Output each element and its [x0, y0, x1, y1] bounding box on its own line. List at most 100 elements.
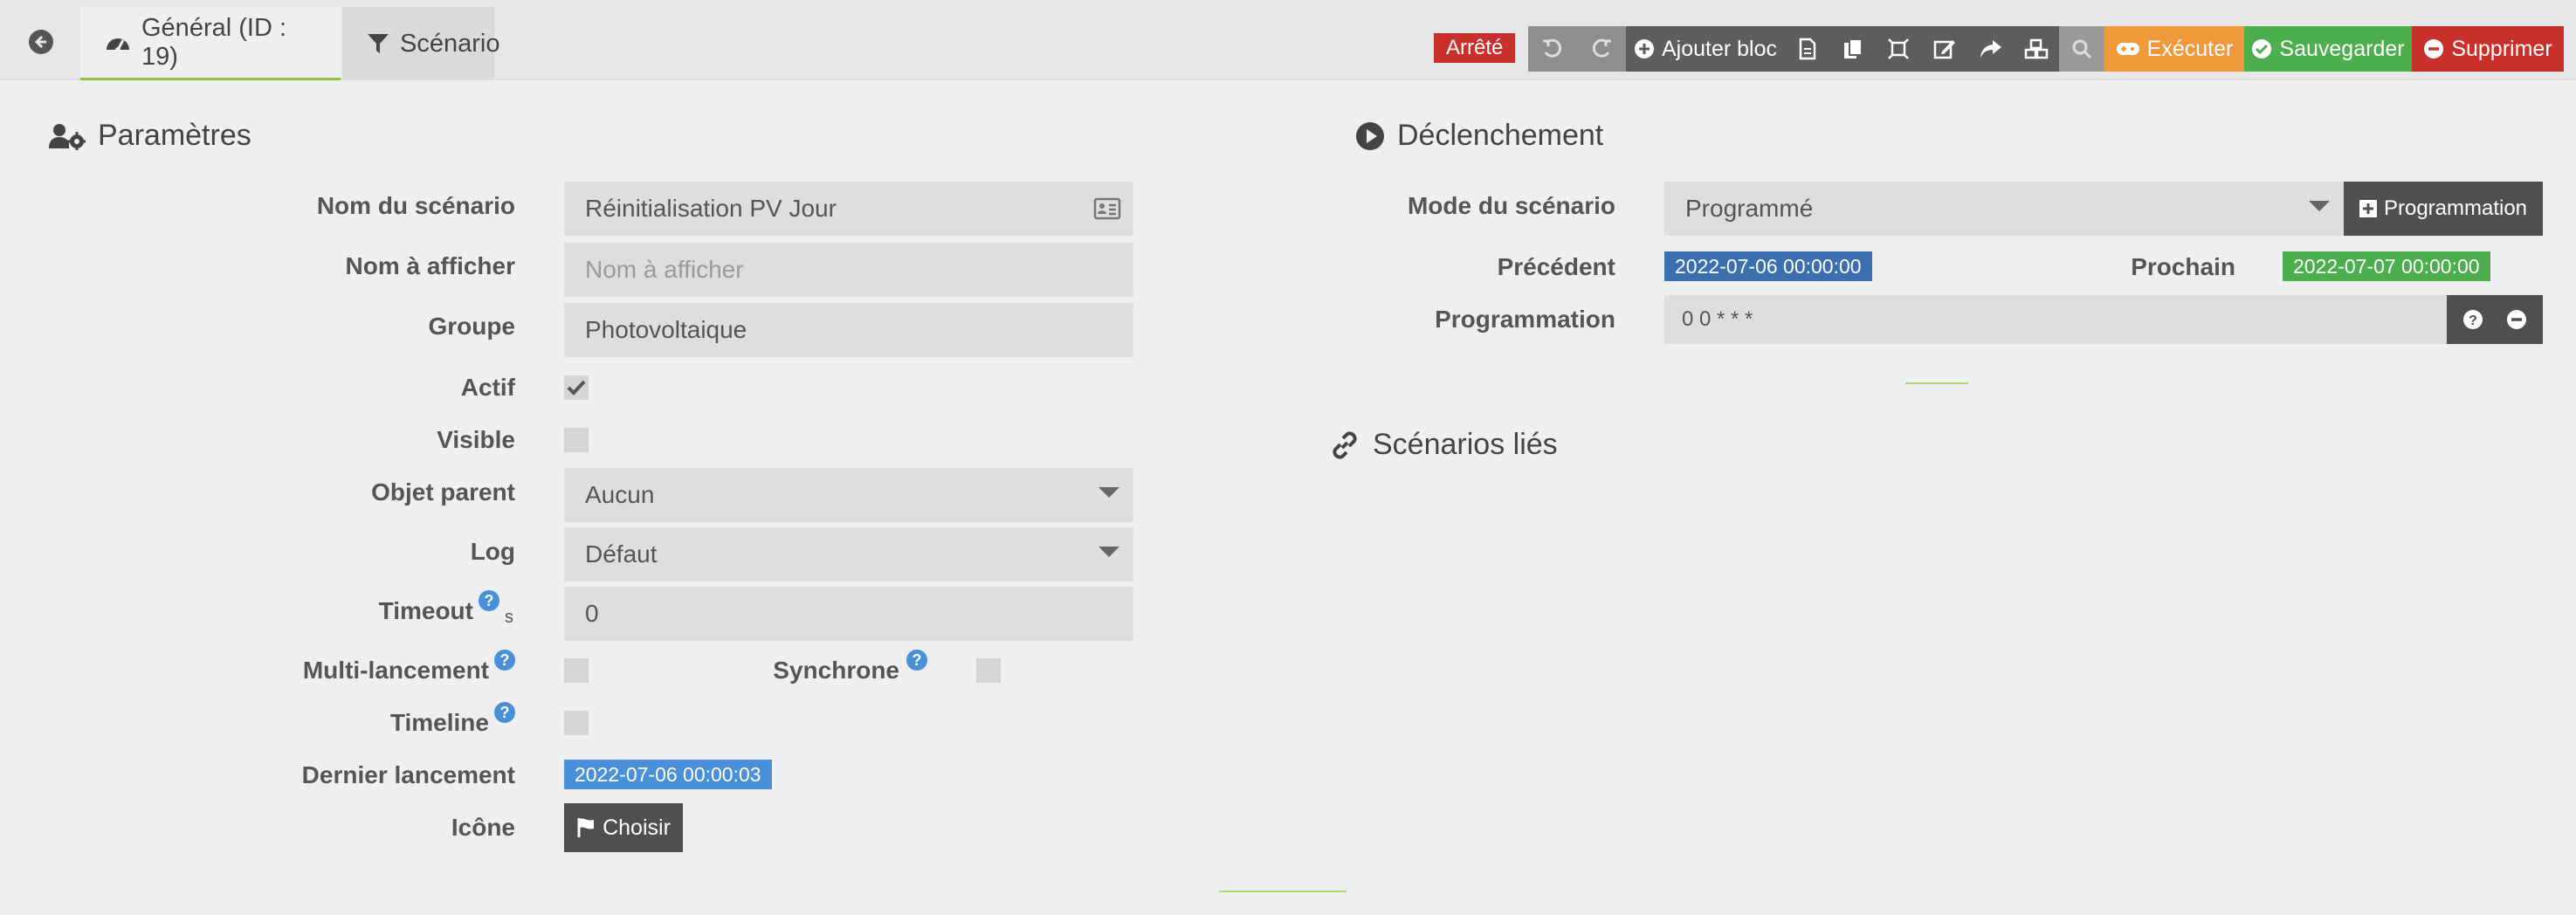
synchronous-checkbox[interactable] [976, 658, 1001, 683]
next-date-badge: 2022-07-07 00:00:00 [2283, 251, 2490, 281]
check-icon [567, 380, 586, 396]
timeout-unit: s [505, 608, 513, 627]
scenario-name-value: Réinitialisation PV Jour [585, 195, 837, 222]
save-label: Sauvegarder [2279, 36, 2405, 61]
chevron-down-icon [1099, 487, 1119, 498]
play-circle-icon [1356, 121, 1384, 150]
edit-button[interactable] [1921, 26, 1968, 72]
timeline-label: Timeline [389, 709, 489, 736]
next-label: Prochain [2131, 253, 2235, 280]
arrow-left-icon [29, 30, 53, 54]
display-name-field[interactable]: Nom à afficher [564, 243, 1133, 297]
search-icon [2072, 39, 2092, 59]
timeout-label: Timeout [378, 597, 473, 624]
parent-object-value: Aucun [585, 481, 655, 508]
divider [1905, 382, 1968, 384]
cron-value: 0 0 * * * [1682, 307, 1753, 331]
undo-button[interactable] [1528, 26, 1577, 72]
execute-label: Exécuter [2146, 36, 2234, 61]
back-button[interactable] [5, 5, 77, 79]
copy-button[interactable] [1830, 26, 1876, 72]
choose-icon-button[interactable]: Choisir [564, 803, 683, 852]
cron-field[interactable]: 0 0 * * * [1664, 295, 2447, 344]
programmation-label: Programmation [1435, 306, 1615, 333]
cubes-icon [2024, 38, 2049, 59]
users-cog-icon [49, 123, 86, 150]
status-badge: Arrêté [1434, 33, 1516, 63]
programmation-button-label: Programmation [2383, 196, 2528, 220]
name-label: Nom du scénario [316, 192, 515, 219]
plus-square-icon [2359, 200, 2377, 217]
previous-label: Précédent [1497, 253, 1615, 280]
chevron-down-icon [1099, 547, 1119, 557]
active-label: Actif [460, 374, 515, 401]
active-checkbox[interactable] [564, 375, 589, 400]
plus-circle-icon [1634, 39, 1654, 58]
save-button[interactable]: Sauvegarder [2244, 26, 2412, 72]
group-label: Groupe [428, 313, 515, 340]
timeout-field[interactable]: 0 [564, 587, 1133, 641]
trigger-title: Déclenchement [1397, 119, 1604, 152]
visible-label: Visible [437, 426, 515, 453]
log-select[interactable]: Défaut [564, 527, 1133, 581]
share-icon [1980, 40, 2001, 58]
display-name-label: Nom à afficher [345, 252, 516, 279]
delete-button[interactable]: Supprimer [2412, 26, 2564, 72]
linked-title: Scénarios liés [1373, 428, 1558, 461]
cron-actions: ? [2447, 295, 2543, 344]
help-icon[interactable]: ? [906, 650, 927, 671]
visible-checkbox[interactable] [564, 428, 589, 452]
tab-scenario-label: Scénario [400, 29, 500, 58]
help-icon[interactable]: ? [494, 702, 515, 723]
display-name-placeholder: Nom à afficher [585, 256, 744, 283]
multi-launch-checkbox[interactable] [564, 658, 589, 683]
timeout-value: 0 [585, 600, 599, 627]
help-icon[interactable]: ? [494, 650, 515, 671]
tab-scenario[interactable]: Scénario [342, 7, 499, 80]
dashboard-icon [107, 38, 129, 52]
help-icon[interactable]: ? [479, 590, 499, 611]
execute-button[interactable]: Exécuter [2104, 26, 2244, 72]
multi-launch-label: Multi-lancement [302, 657, 489, 684]
id-card-icon [1093, 197, 1121, 220]
delete-label: Supprimer [2451, 36, 2552, 61]
fullscreen-button[interactable] [1876, 26, 1921, 72]
add-block-label: Ajouter bloc [1661, 36, 1778, 61]
filter-icon [368, 34, 389, 53]
synchronous-label: Synchrone [773, 657, 899, 684]
search-button[interactable] [2059, 26, 2104, 72]
top-toolbar: Général (ID : 19) Scénario Arrêté Ajoute… [0, 0, 2576, 80]
add-block-button[interactable]: Ajouter bloc [1626, 26, 1785, 72]
parent-object-label: Objet parent [371, 478, 515, 506]
divider [1219, 891, 1347, 892]
minus-circle-icon [2424, 39, 2444, 58]
params-title: Paramètres [98, 119, 251, 152]
minus-circle-icon[interactable] [2506, 309, 2527, 330]
redo-icon [1592, 38, 1611, 58]
trigger-section-title: Déclenchement [1355, 119, 1603, 153]
chevron-down-icon [2309, 201, 2330, 211]
svg-text:?: ? [2469, 313, 2477, 328]
mode-select[interactable]: Programmé [1664, 182, 2344, 236]
expand-icon [1888, 38, 1909, 59]
timeline-checkbox[interactable] [564, 711, 589, 735]
question-circle-icon[interactable]: ? [2462, 309, 2483, 330]
export-button[interactable] [1785, 26, 1830, 72]
share-button[interactable] [1968, 26, 2014, 72]
tab-general-label: Général (ID : 19) [141, 13, 286, 71]
templates-button[interactable] [2014, 26, 2059, 72]
params-section-title: Paramètres [49, 119, 251, 153]
group-value: Photovoltaique [585, 316, 747, 343]
tab-general[interactable]: Général (ID : 19) [80, 7, 341, 80]
parent-object-select[interactable]: Aucun [564, 468, 1133, 522]
last-run-badge: 2022-07-06 00:00:03 [564, 760, 772, 789]
programmation-button[interactable]: Programmation [2344, 182, 2543, 236]
gamepad-icon [2116, 43, 2139, 55]
last-run-label: Dernier lancement [301, 761, 515, 788]
mode-value: Programmé [1685, 195, 1814, 222]
scenario-name-field[interactable]: Réinitialisation PV Jour [564, 182, 1133, 236]
group-field[interactable]: Photovoltaique [564, 303, 1133, 357]
check-circle-icon [2252, 39, 2272, 58]
redo-button[interactable] [1577, 26, 1626, 72]
undo-icon [1543, 38, 1562, 58]
